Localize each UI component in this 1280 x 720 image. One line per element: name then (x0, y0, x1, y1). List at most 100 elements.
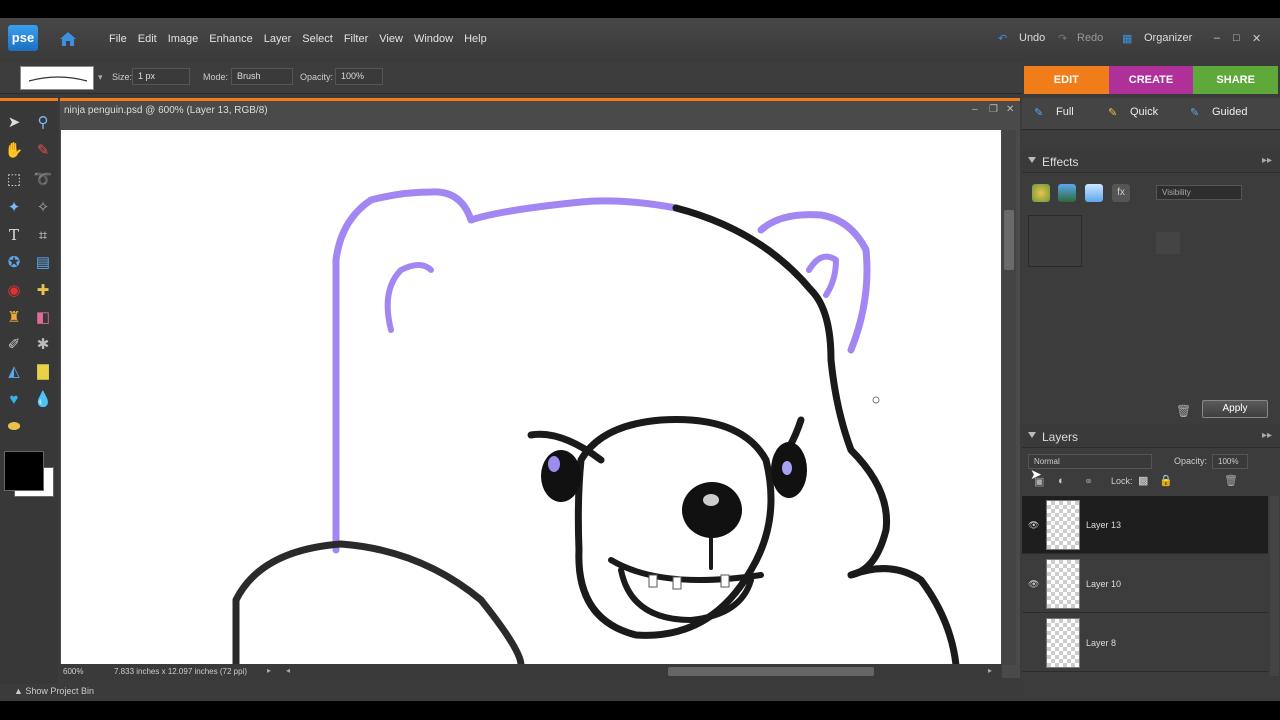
layer-name[interactable]: Layer 10 (1086, 579, 1121, 589)
quick-edit-icon[interactable]: ✎ (1108, 106, 1117, 119)
type-tool-icon[interactable]: T (3, 224, 25, 246)
link-layers-icon[interactable]: ⚭ (1084, 475, 1093, 488)
layer-styles-icon[interactable] (1058, 184, 1076, 202)
menu-help[interactable]: Help (464, 33, 487, 45)
redo-button[interactable]: Redo (1077, 32, 1103, 44)
menu-layer[interactable]: Layer (264, 33, 292, 45)
brush-tool-icon[interactable]: ✐ (3, 333, 25, 355)
scroll-right-icon[interactable]: ▸ (988, 666, 992, 675)
menu-window[interactable]: Window (414, 33, 453, 45)
layer-row-8[interactable]: Layer 8 (1022, 614, 1268, 672)
close-button[interactable]: ✕ (1252, 32, 1261, 45)
custom-shape-tool-icon[interactable]: ♥ (3, 388, 25, 410)
guided-edit-icon[interactable]: ✎ (1190, 106, 1199, 119)
zoom-readout[interactable]: 600% (63, 667, 83, 676)
straighten-tool-icon[interactable]: ▤ (32, 251, 54, 273)
menu-filter[interactable]: Filter (344, 33, 368, 45)
doc-close-icon[interactable]: ✕ (1006, 104, 1014, 115)
doc-minimize-icon[interactable]: – (972, 104, 978, 115)
eyedropper-tool-icon[interactable]: ✎ (32, 139, 54, 161)
photo-effects-icon[interactable] (1085, 184, 1103, 202)
foreground-color-front[interactable] (4, 451, 44, 491)
maximize-button[interactable]: □ (1233, 32, 1240, 44)
magic-wand-tool-icon[interactable]: ✦ (3, 196, 25, 218)
layer-name[interactable]: Layer 8 (1086, 638, 1116, 648)
tab-share[interactable]: SHARE (1193, 66, 1279, 94)
lock-transparency-icon[interactable]: ▩ (1138, 474, 1148, 487)
cookie-cutter-tool-icon[interactable]: ✪ (3, 251, 25, 273)
layers-panel-header[interactable]: Layers ▸▸ (1022, 424, 1280, 448)
mode-quick[interactable]: Quick (1130, 106, 1158, 118)
show-all-icon[interactable]: fx (1112, 184, 1130, 202)
opacity-field[interactable]: 100% (335, 68, 383, 85)
vertical-scrollbar[interactable] (1002, 130, 1016, 665)
image-canvas[interactable] (61, 130, 1001, 665)
tab-edit[interactable]: EDIT (1024, 66, 1109, 94)
menu-image[interactable]: Image (168, 33, 199, 45)
menu-select[interactable]: Select (302, 33, 333, 45)
visibility-eye-icon[interactable]: 👁 (1028, 520, 1039, 531)
undo-button[interactable]: Undo (1019, 32, 1045, 44)
scroll-left-icon[interactable]: ◂ (286, 666, 290, 675)
red-eye-tool-icon[interactable]: ◉ (3, 279, 25, 301)
effects-panel-header[interactable]: Effects ▸▸ (1022, 149, 1280, 173)
layer-name[interactable]: Layer 13 (1086, 520, 1121, 530)
panel-menu-icon[interactable]: ▸▸ (1262, 430, 1272, 441)
lasso-tool-icon[interactable]: ➰ (32, 168, 54, 190)
blend-mode-select[interactable]: Normal (1028, 454, 1152, 469)
paint-bucket-tool-icon[interactable]: ◭ (3, 360, 25, 382)
brush-dropdown-icon[interactable]: ▾ (98, 72, 103, 83)
home-icon[interactable] (58, 29, 78, 49)
layer-row-13[interactable]: 👁 Layer 13 (1022, 496, 1268, 554)
layers-scrollbar[interactable] (1270, 496, 1279, 676)
crop-tool-icon[interactable]: ⌗ (32, 224, 54, 246)
size-field[interactable]: 1 px (132, 68, 190, 85)
panel-menu-icon[interactable]: ▸▸ (1262, 155, 1272, 166)
collapse-triangle-icon[interactable] (1028, 432, 1036, 438)
effect-thumbnail[interactable] (1028, 215, 1082, 267)
mode-full[interactable]: Full (1056, 106, 1074, 118)
redo-icon[interactable]: ↷ (1058, 32, 1067, 45)
gradient-tool-icon[interactable]: ▇ (32, 360, 54, 382)
doc-restore-icon[interactable]: ❐ (989, 104, 998, 115)
menu-file[interactable]: File (109, 33, 127, 45)
tab-create[interactable]: CREATE (1108, 66, 1194, 94)
show-project-bin-button[interactable]: ▲ Show Project Bin (14, 686, 94, 696)
mode-select[interactable]: Brush (231, 68, 293, 85)
menu-view[interactable]: View (379, 33, 403, 45)
info-menu-icon[interactable]: ▸ (267, 666, 271, 675)
eraser-tool-icon[interactable]: ◧ (32, 306, 54, 328)
menu-edit[interactable]: Edit (138, 33, 157, 45)
hand-tool-icon[interactable]: ✋ (3, 139, 25, 161)
brush-preset-picker[interactable] (20, 66, 94, 90)
undo-icon[interactable]: ↶ (998, 32, 1007, 45)
healing-brush-tool-icon[interactable]: ✚ (32, 279, 54, 301)
sponge-tool-icon[interactable]: ⬬ (3, 415, 25, 437)
apply-button[interactable]: Apply (1202, 400, 1268, 418)
quick-selection-tool-icon[interactable]: ✧ (32, 196, 54, 218)
clone-stamp-tool-icon[interactable]: ♜ (3, 306, 25, 328)
layer-opacity-field[interactable]: 100% (1212, 454, 1248, 469)
visibility-eye-icon[interactable]: 👁 (1028, 579, 1039, 590)
zoom-tool-icon[interactable]: ⚲ (32, 111, 54, 133)
layer-row-10[interactable]: 👁 Layer 10 (1022, 555, 1268, 613)
marquee-tool-icon[interactable]: ⬚ (3, 168, 25, 190)
lock-all-icon[interactable]: 🔒 (1159, 474, 1173, 487)
organizer-button[interactable]: Organizer (1144, 32, 1192, 44)
adjustment-layer-icon[interactable]: ◐ (1058, 475, 1065, 487)
minimize-button[interactable]: – (1214, 32, 1220, 44)
full-edit-icon[interactable]: ✎ (1034, 106, 1043, 119)
filters-icon[interactable] (1032, 184, 1050, 202)
mode-guided[interactable]: Guided (1212, 106, 1247, 118)
collapse-triangle-icon[interactable] (1028, 157, 1036, 163)
move-tool-icon[interactable]: ➤ (3, 111, 25, 133)
effects-filter-select[interactable]: Visibility (1156, 185, 1242, 200)
delete-layer-icon[interactable]: 🗑 (1224, 474, 1238, 487)
vertical-scroll-thumb[interactable] (1004, 210, 1014, 270)
menu-enhance[interactable]: Enhance (209, 33, 252, 45)
blur-tool-icon[interactable]: 💧 (32, 388, 54, 410)
horizontal-scroll-thumb[interactable] (668, 667, 874, 676)
organizer-icon[interactable]: ▦ (1122, 32, 1132, 45)
smart-brush-tool-icon[interactable]: ✱ (32, 333, 54, 355)
effects-trash-icon[interactable]: 🗑 (1176, 404, 1191, 418)
